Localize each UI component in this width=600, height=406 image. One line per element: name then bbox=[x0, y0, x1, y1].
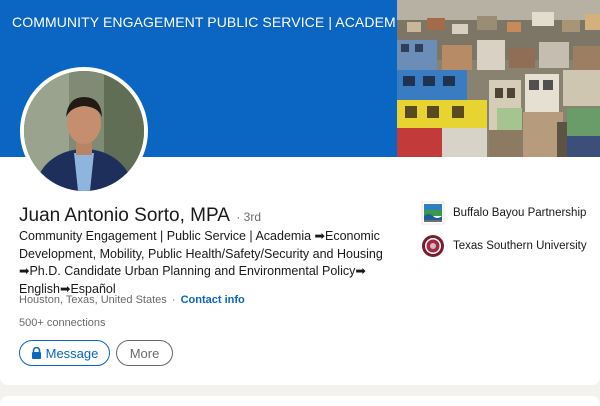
banner-favela-photo bbox=[397, 0, 600, 157]
lock-icon bbox=[31, 347, 41, 359]
buffalo-bayou-logo-icon bbox=[421, 201, 445, 225]
location-separator: · bbox=[171, 294, 176, 306]
contact-info-link[interactable]: Contact info bbox=[181, 294, 245, 306]
more-button[interactable]: More bbox=[116, 340, 173, 366]
message-button[interactable]: Message bbox=[19, 340, 110, 366]
banner-text: COMMUNITY ENGAGEMENT PUBLIC SERVICE | AC… bbox=[12, 14, 410, 30]
message-button-label: Message bbox=[45, 345, 99, 361]
org-name-tsu: Texas Southern University bbox=[453, 240, 587, 252]
profile-name: Juan Antonio Sorto, MPA bbox=[19, 205, 230, 226]
profile-headline: Community Engagement | Public Service | … bbox=[19, 229, 383, 296]
profile-card: COMMUNITY ENGAGEMENT PUBLIC SERVICE | AC… bbox=[0, 0, 600, 385]
connection-degree-badge: · 3rd bbox=[236, 210, 262, 224]
connections-count[interactable]: 500+ connections bbox=[19, 317, 106, 329]
tsu-seal-logo-icon bbox=[422, 235, 444, 257]
org-name-buffalo-bayou: Buffalo Bayou Partnership bbox=[453, 207, 587, 219]
more-button-label: More bbox=[129, 345, 160, 361]
org-texas-southern-university[interactable]: Texas Southern University bbox=[421, 234, 587, 258]
next-section-card bbox=[0, 396, 600, 406]
profile-avatar[interactable] bbox=[20, 67, 148, 195]
avatar-photo bbox=[24, 71, 144, 191]
org-buffalo-bayou-partnership[interactable]: Buffalo Bayou Partnership bbox=[421, 201, 586, 225]
location-row: Houston, Texas, United States · Contact … bbox=[19, 294, 245, 306]
profile-name-row: Juan Antonio Sorto, MPA · 3rd bbox=[19, 205, 261, 227]
profile-location: Houston, Texas, United States bbox=[19, 294, 167, 306]
